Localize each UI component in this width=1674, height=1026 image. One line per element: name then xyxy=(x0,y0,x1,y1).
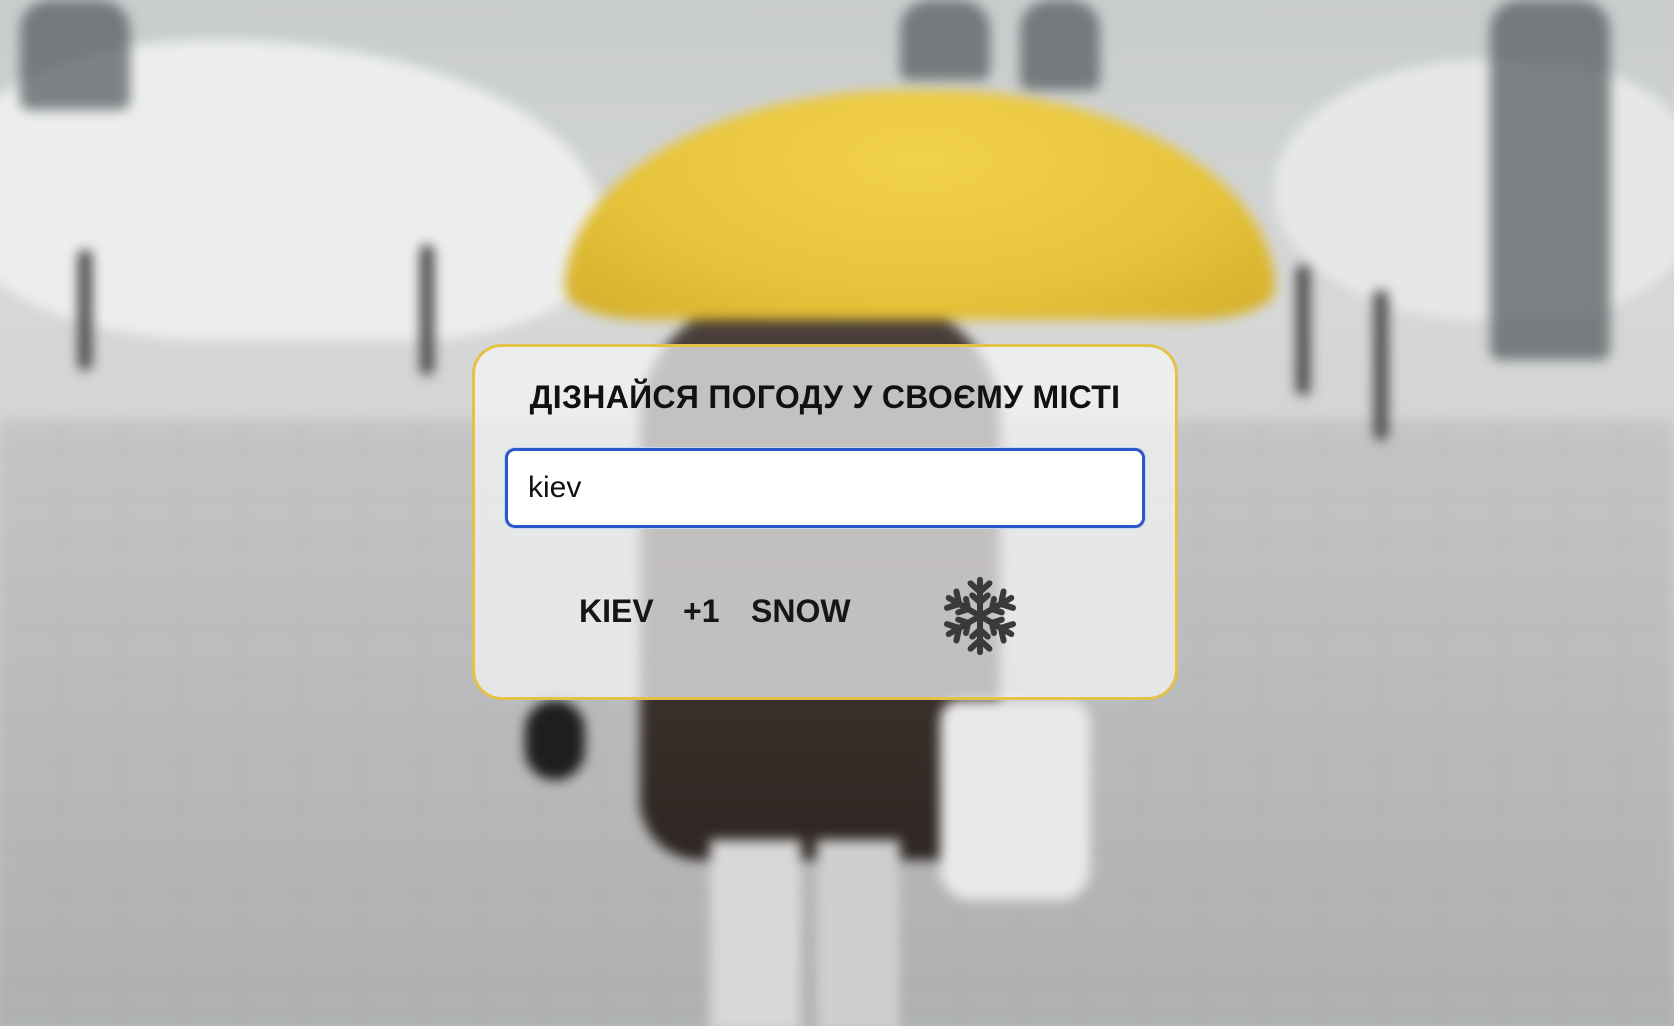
weather-card: ДІЗНАЙСЯ ПОГОДУ У СВОЄМУ МІСТІ KIEV +1 S… xyxy=(472,344,1178,700)
snowflake-icon xyxy=(937,576,1023,659)
city-search-input[interactable] xyxy=(505,448,1145,528)
background-pedestrian xyxy=(900,0,990,80)
background-post xyxy=(1374,290,1388,440)
walker-hand xyxy=(525,700,585,780)
walker-bag xyxy=(940,700,1090,900)
background-pedestrian xyxy=(1020,0,1100,90)
background-post xyxy=(78,250,92,370)
walker-legs xyxy=(710,840,900,1026)
background-post xyxy=(1296,265,1310,395)
background-snow-right xyxy=(1274,60,1674,320)
page-title: ДІЗНАЙСЯ ПОГОДУ У СВОЄМУ МІСТІ xyxy=(529,379,1121,415)
result-description: SNOW xyxy=(751,593,851,629)
background-pedestrian xyxy=(1490,0,1610,360)
result-city: KIEV xyxy=(579,593,654,629)
result-temperature: +1 xyxy=(683,593,720,629)
background-post xyxy=(420,245,434,375)
page-root: ДІЗНАЙСЯ ПОГОДУ У СВОЄМУ МІСТІ KIEV +1 S… xyxy=(0,0,1674,1026)
weather-result: KIEV +1 SNOW xyxy=(475,569,1175,649)
yellow-umbrella xyxy=(565,90,1275,320)
background-pedestrian xyxy=(20,0,130,110)
